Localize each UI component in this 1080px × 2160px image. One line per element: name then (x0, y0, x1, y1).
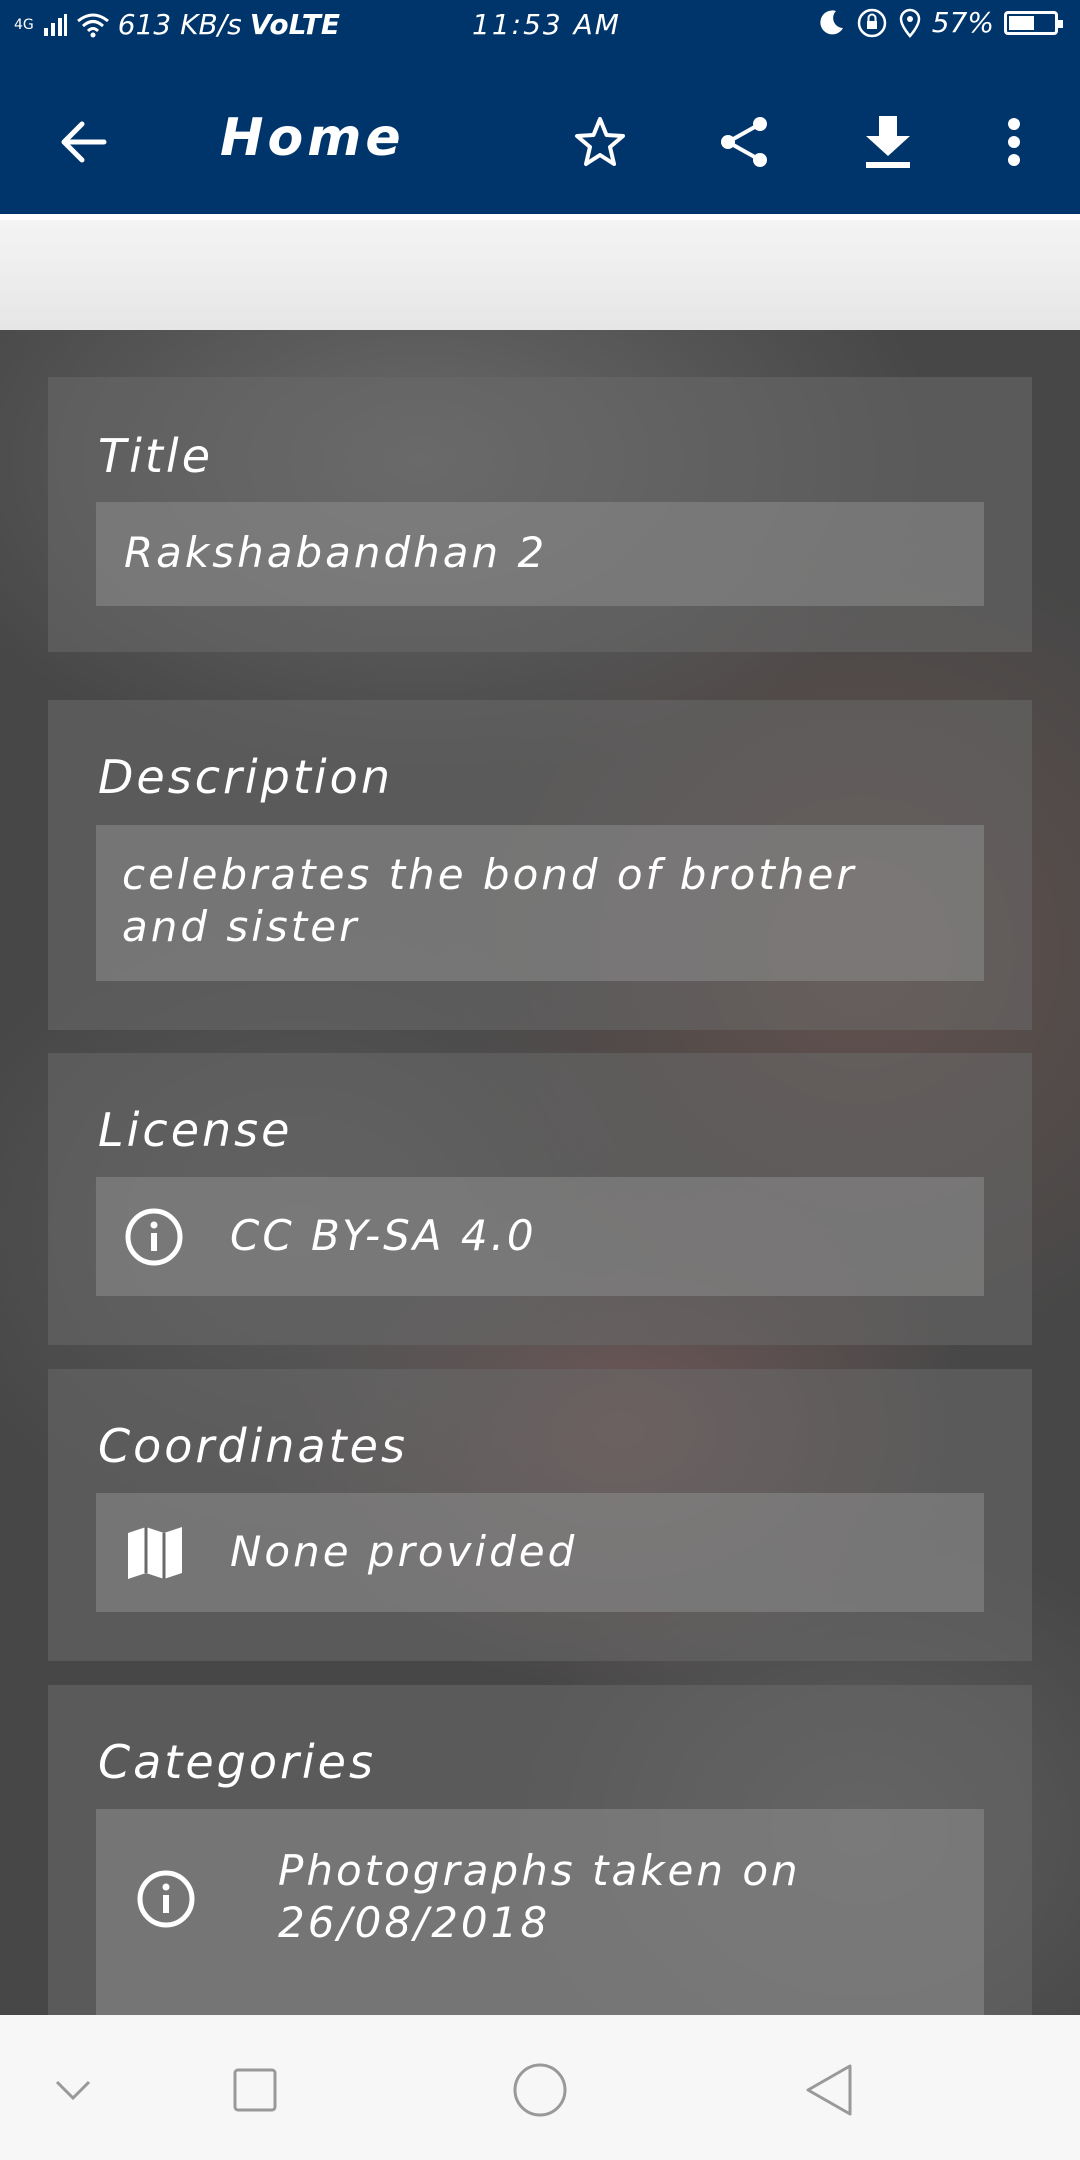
categories-field[interactable]: Photographs taken on 26/08/2018 (96, 1809, 984, 2015)
volte-label: VoLTE (249, 8, 341, 41)
photo-top-strip (0, 220, 1080, 330)
share-icon[interactable] (714, 112, 774, 172)
status-right: 57% (816, 6, 1063, 39)
categories-value: Photographs taken on 26/08/2018 (278, 1846, 801, 1947)
info-icon (125, 1208, 183, 1266)
description-field[interactable]: celebrates the bond of brother and siste… (96, 825, 984, 981)
title-label: Title (98, 429, 213, 483)
download-icon[interactable] (858, 112, 918, 172)
categories-label: Categories (98, 1735, 376, 1789)
battery-icon (1004, 10, 1063, 35)
description-card: Description celebrates the bond of broth… (48, 700, 1032, 1030)
status-time: 11:53 AM (472, 8, 621, 41)
coordinates-label: Coordinates (98, 1419, 408, 1473)
license-value: CC BY-SA 4.0 (230, 1211, 537, 1260)
coordinates-field[interactable]: None provided (96, 1493, 984, 1612)
app-toolbar: Home (0, 56, 1080, 220)
rotation-lock-icon (857, 8, 887, 37)
coordinates-card: Coordinates None provided (48, 1369, 1032, 1661)
star-icon[interactable] (570, 112, 630, 172)
license-label: License (98, 1103, 293, 1157)
chevron-down-icon[interactable] (38, 2055, 108, 2125)
location-icon (899, 8, 921, 38)
wifi-icon (76, 13, 109, 37)
info-icon (137, 1870, 195, 1928)
title-value: Rakshabandhan 2 (124, 528, 548, 577)
battery-level (1009, 15, 1035, 30)
categories-card: Categories Photographs taken on 26/08/20… (48, 1685, 1032, 2015)
back-triangle-icon[interactable] (795, 2055, 865, 2125)
system-nav-bar (0, 2015, 1080, 2160)
home-icon[interactable] (505, 2055, 575, 2125)
moon-icon (820, 9, 843, 34)
coordinates-value: None provided (230, 1527, 578, 1576)
page-title: Home (220, 108, 405, 168)
license-card: License CC BY-SA 4.0 (48, 1053, 1032, 1345)
status-bar: 4G 613 KB/s VoLTE 11:53 AM 57% (0, 0, 1080, 56)
network-speed: 613 KB/s (117, 8, 242, 41)
status-left: 4G 613 KB/s VoLTE (14, 8, 340, 41)
map-icon (128, 1527, 182, 1579)
recent-apps-icon[interactable] (220, 2055, 290, 2125)
title-field[interactable]: Rakshabandhan 2 (96, 502, 984, 606)
signal-icon (43, 13, 67, 36)
more-vert-icon[interactable] (984, 112, 1044, 172)
back-arrow-icon[interactable] (54, 112, 114, 172)
title-card: Title Rakshabandhan 2 (48, 377, 1032, 652)
description-value: celebrates the bond of brother and siste… (122, 850, 857, 951)
network-type: 4G (14, 16, 34, 33)
description-label: Description (98, 750, 393, 804)
license-field[interactable]: CC BY-SA 4.0 (96, 1177, 984, 1296)
battery-percent: 57% (931, 6, 994, 39)
